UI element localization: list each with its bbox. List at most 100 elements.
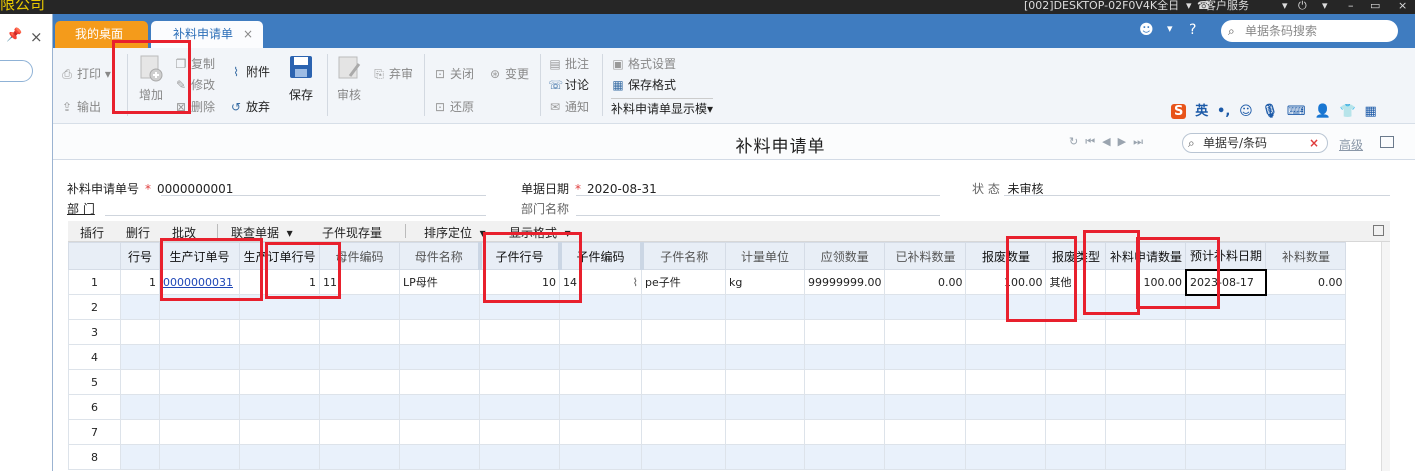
chevron-down-icon[interactable]: ▾ [1282, 0, 1288, 12]
smiley-icon[interactable]: ☻ [1139, 22, 1154, 38]
pin-icon[interactable]: 📌 [6, 28, 22, 43]
last-record-icon[interactable]: ⏭ [1133, 135, 1150, 148]
cell-row-no[interactable]: 1 [120, 269, 160, 295]
column-header[interactable]: 报废数量 [965, 242, 1047, 270]
cell-parent-name[interactable]: LP母件 [399, 269, 480, 295]
column-header[interactable]: 母件编码 [319, 242, 400, 270]
table-row[interactable]: 7 [68, 419, 1347, 445]
close-window-icon[interactable]: × [1398, 0, 1407, 12]
table-row[interactable]: 3 [68, 319, 1347, 345]
cell-order-line[interactable]: 1 [239, 269, 320, 295]
column-header[interactable]: 行号 [120, 242, 160, 270]
table-row[interactable]: 1 1 0000000031 1 11 LP母件 10 14 ⌇ pe子件 kg … [68, 268, 1347, 296]
sort-locate-button[interactable]: 排序定位 ▾ [424, 224, 486, 241]
cell-expected-date[interactable]: 2023-08-17 [1184, 268, 1267, 296]
power-icon[interactable]: ⏻ [1298, 0, 1307, 12]
punctuation-icon[interactable]: •, [1217, 104, 1230, 119]
chevron-down-icon[interactable]: ▾ [1167, 22, 1173, 35]
ime-language-toggle[interactable]: 英 [1195, 100, 1208, 119]
linked-query-button[interactable]: 联查单据 ▾ [231, 224, 293, 241]
close-icon[interactable]: × [30, 28, 43, 46]
column-header[interactable]: 补料数量 [1265, 242, 1347, 270]
expand-icon[interactable] [1373, 225, 1384, 236]
column-header[interactable]: 计量单位 [725, 242, 805, 270]
change-button[interactable]: ⊛ 变更 [488, 65, 529, 82]
left-panel-search[interactable] [0, 60, 33, 82]
abandon-button[interactable]: ↺ 放弃 [229, 98, 270, 115]
emoji-icon[interactable]: ☺ [1239, 104, 1253, 119]
column-header[interactable]: 报废类型 [1045, 242, 1107, 270]
cell-required-qty[interactable]: 99999999.00 [803, 269, 886, 295]
cell-scrap-type[interactable]: 其他 [1045, 269, 1107, 295]
column-header[interactable]: 应领数量 [803, 242, 886, 270]
restore-button[interactable]: ⊡ 还原 [433, 98, 474, 115]
table-row[interactable]: 2 [68, 294, 1347, 320]
barcode-search-input[interactable]: ⌕ 单据条码搜索 [1221, 20, 1398, 42]
column-header[interactable]: 子件编码 [559, 242, 644, 270]
bill-date-value[interactable]: 2020-08-31 [587, 182, 657, 196]
help-icon[interactable]: ? [1189, 22, 1196, 38]
display-format-button[interactable]: 显示格式 ▾ [509, 224, 571, 241]
save-button[interactable]: 保存 [283, 54, 319, 103]
cell-order-no[interactable]: 0000000031 [159, 269, 240, 295]
customer-service-menu[interactable]: 客户服务 [1205, 0, 1249, 12]
cell-unit[interactable]: kg [725, 269, 805, 295]
column-header[interactable]: 子件名称 [641, 242, 726, 270]
column-header[interactable]: 母件名称 [399, 242, 482, 270]
column-header[interactable]: 子件行号 [479, 242, 562, 270]
first-record-icon[interactable]: ⏮ [1085, 135, 1102, 148]
column-header[interactable]: 已补料数量 [884, 242, 967, 270]
microphone-icon[interactable]: 🎙 [1262, 104, 1279, 119]
chevron-down-icon[interactable]: ▾ [1322, 0, 1328, 12]
review-button[interactable]: 审核 [331, 54, 367, 103]
cell-child-code[interactable]: 14 ⌇ [559, 269, 642, 295]
user-icon[interactable]: 👤 [1314, 104, 1330, 119]
table-row[interactable]: 4 [68, 344, 1347, 370]
shirt-icon[interactable]: 👕 [1339, 104, 1355, 119]
keyboard-icon[interactable]: ⌨ [1287, 104, 1306, 119]
close-bill-button[interactable]: ⊡ 关闭 [433, 65, 474, 82]
column-header[interactable]: 预计补料日期 [1185, 242, 1267, 270]
next-record-icon[interactable]: ▶ [1118, 135, 1133, 148]
cell-parent-code[interactable]: 11 [319, 269, 400, 295]
table-row[interactable]: 6 [68, 394, 1347, 420]
bill-no-value[interactable]: 0000000001 [157, 182, 233, 196]
format-settings-button[interactable]: ▣ 格式设置 [611, 55, 676, 72]
batch-modify-button[interactable]: 批改 [172, 224, 196, 241]
cell-scrap-qty[interactable]: 100.00 [965, 269, 1047, 295]
table-row[interactable]: 5 [68, 369, 1347, 395]
cell-child-name[interactable]: pe子件 [641, 269, 726, 295]
add-button[interactable]: 增加 [130, 54, 172, 103]
apps-icon[interactable]: ▦ [1364, 104, 1376, 119]
close-icon[interactable]: × [243, 21, 253, 47]
attach-button[interactable]: ⌇ 附件 [229, 63, 270, 80]
minimize-icon[interactable]: – [1348, 0, 1354, 12]
paperclip-icon[interactable]: ⌇ [633, 276, 638, 289]
prev-record-icon[interactable]: ◀ [1102, 135, 1117, 148]
comment-button[interactable]: ▤ 批注 [548, 55, 589, 72]
cell-apply-qty[interactable]: 100.00 [1105, 269, 1187, 295]
notify-button[interactable]: ✉ 通知 [548, 98, 589, 115]
stock-button[interactable]: 子件现存量 [322, 224, 382, 241]
bill-search-input[interactable]: ⌕ 单据号/条码 × [1182, 133, 1328, 153]
vertical-scrollbar[interactable] [1381, 242, 1390, 471]
column-header[interactable]: 生产订单号 [159, 242, 240, 270]
insert-row-button[interactable]: 插行 [80, 224, 104, 241]
tab-material-request[interactable]: 补料申请单 × [151, 21, 263, 48]
department-link[interactable]: 部 门 [67, 200, 95, 217]
tab-my-desktop[interactable]: 我的桌面 [55, 21, 148, 48]
delete-button[interactable]: ⊠ 删除 [174, 98, 215, 115]
unreview-button[interactable]: ⎘ 弃审 [372, 65, 413, 82]
delete-row-button[interactable]: 删行 [126, 224, 150, 241]
order-no-link[interactable]: 0000000031 [163, 276, 233, 289]
refresh-icon[interactable]: ↻ [1069, 135, 1085, 148]
advanced-search-link[interactable]: 高级 [1339, 136, 1363, 153]
cell-child-line[interactable]: 10 [479, 269, 560, 295]
column-header[interactable]: 生产订单行号 [239, 242, 320, 270]
cell-supplied-qty[interactable]: 0.00 [884, 269, 967, 295]
cell-supply-qty[interactable]: 0.00 [1265, 269, 1347, 295]
column-header[interactable]: 补料申请数量 [1105, 242, 1187, 270]
sogou-logo-icon[interactable]: S [1171, 104, 1187, 119]
discuss-button[interactable]: ☏ 讨论 [548, 76, 589, 93]
chevron-down-icon[interactable]: ▾ [1186, 0, 1192, 12]
